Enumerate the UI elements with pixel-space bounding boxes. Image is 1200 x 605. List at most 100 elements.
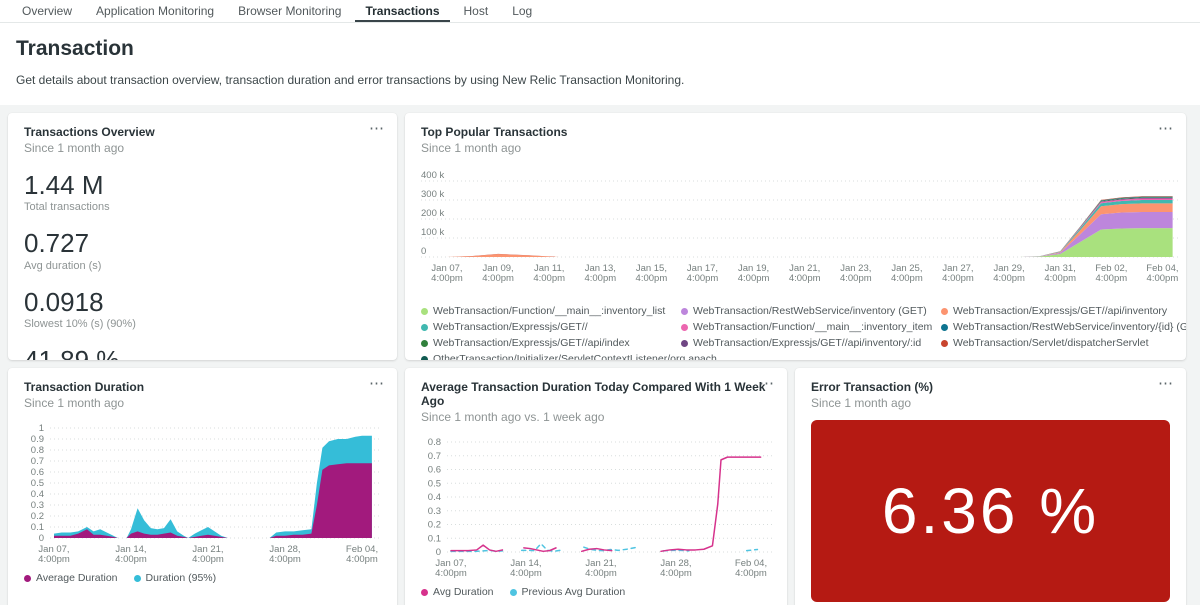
dashboard: Transactions Overview Since 1 month ago … [0,105,1200,605]
svg-text:0: 0 [39,533,44,544]
metric-value: 1.44 M [24,172,381,199]
panel-menu-icon[interactable]: ⋯ [369,376,385,391]
metric-label: Total transactions [24,201,381,213]
legend-item[interactable]: WebTransaction/RestWebService/inventory … [681,305,937,317]
svg-text:Jan 11,4:00pm: Jan 11,4:00pm [533,263,565,284]
legend-item[interactable]: Duration (95%) [134,572,217,584]
legend-label: WebTransaction/Expressjs/GET//api/index [433,337,630,349]
page-description: Get details about transaction overview, … [16,73,1184,87]
tab-overview[interactable]: Overview [12,0,82,22]
metric-success-rate: 41.89 % Success rate [24,347,381,360]
tab-log[interactable]: Log [502,0,542,22]
legend-item[interactable]: WebTransaction/Expressjs/GET//api/index [421,337,677,349]
svg-text:0.7: 0.7 [31,456,44,467]
panel-menu-icon[interactable]: ⋯ [369,121,385,136]
legend-label: WebTransaction/Expressjs/GET//api/invent… [953,305,1167,317]
svg-text:Jan 19,4:00pm: Jan 19,4:00pm [738,263,770,284]
legend-item[interactable]: Average Duration [24,572,118,584]
legend-dot-icon [681,308,688,315]
legend-label: WebTransaction/RestWebService/inventory … [693,305,927,317]
avg-duration-compare-chart[interactable]: 00.10.20.30.40.50.60.70.8Jan 07,4:00pmJa… [421,432,773,582]
svg-text:Jan 23,4:00pm: Jan 23,4:00pm [840,263,872,284]
svg-text:0.9: 0.9 [31,434,44,445]
svg-text:Jan 21,4:00pm: Jan 21,4:00pm [585,558,617,579]
panel-menu-icon[interactable]: ⋯ [1158,121,1174,136]
legend-dot-icon [681,324,688,331]
svg-text:400 k: 400 k [421,170,444,181]
panel-title: Transactions Overview [24,125,381,139]
legend-item[interactable]: WebTransaction/Function/__main__:invento… [421,305,677,317]
svg-text:0.6: 0.6 [428,465,441,476]
panel-subtitle: Since 1 month ago [811,396,1170,410]
legend-label: Duration (95%) [146,572,217,584]
svg-text:0.5: 0.5 [31,478,44,489]
svg-text:0.8: 0.8 [428,437,441,448]
svg-text:0.2: 0.2 [428,520,441,531]
panel-subtitle: Since 1 month ago [24,396,381,410]
panel-avg-duration-compare: Average Transaction Duration Today Compa… [405,368,787,605]
transaction-duration-chart[interactable]: 00.10.20.30.40.50.60.70.80.91Jan 07,4:00… [24,418,382,568]
panel-subtitle: Since 1 month ago [421,141,1170,155]
legend-dot-icon [421,356,428,361]
legend-dot-icon [421,589,428,596]
svg-text:0.4: 0.4 [428,492,441,503]
panel-transactions-overview: Transactions Overview Since 1 month ago … [8,113,397,360]
svg-text:Feb 04,4:00pm: Feb 04,4:00pm [735,558,767,579]
legend-label: WebTransaction/Servlet/dispatcherServlet [953,337,1149,349]
legend-item[interactable]: WebTransaction/RestWebService/inventory/… [941,321,1186,333]
tab-browser-monitoring[interactable]: Browser Monitoring [228,0,351,22]
tab-application-monitoring[interactable]: Application Monitoring [86,0,224,22]
svg-text:100 k: 100 k [421,227,444,238]
top-popular-transactions-chart[interactable]: 0100 k200 k300 k400 kJan 07,4:00pmJan 09… [421,161,1179,297]
svg-text:Feb 04,4:00pm: Feb 04,4:00pm [346,544,378,565]
svg-text:1: 1 [39,423,44,434]
panel-top-popular-transactions: Top Popular Transactions Since 1 month a… [405,113,1186,360]
page-title: Transaction [16,37,1184,61]
svg-text:0.1: 0.1 [428,533,441,544]
svg-text:Jan 28,4:00pm: Jan 28,4:00pm [660,558,692,579]
svg-text:Jan 14,4:00pm: Jan 14,4:00pm [510,558,542,579]
svg-text:Jan 31,4:00pm: Jan 31,4:00pm [1044,263,1076,284]
panel-menu-icon[interactable]: ⋯ [759,376,775,391]
svg-text:0.1: 0.1 [31,522,44,533]
panel-title: Top Popular Transactions [421,125,1170,139]
tab-host[interactable]: Host [454,0,499,22]
legend-label: WebTransaction/Expressjs/GET// [433,321,588,333]
legend-item[interactable]: OtherTransaction/Initializer/ServletCont… [421,353,677,360]
error-rate-value: 6.36 % [882,474,1099,548]
legend-dot-icon [941,340,948,347]
panel-transaction-duration: Transaction Duration Since 1 month ago ⋯… [8,368,397,605]
legend-item[interactable]: Avg Duration [421,586,494,598]
svg-text:Feb 02,4:00pm: Feb 02,4:00pm [1095,263,1127,284]
legend-label: Previous Avg Duration [522,586,626,598]
panel-subtitle: Since 1 month ago vs. 1 week ago [421,410,771,424]
legend-dot-icon [421,308,428,315]
tab-transactions[interactable]: Transactions [355,0,449,22]
legend-item[interactable]: Previous Avg Duration [510,586,626,598]
svg-text:300 k: 300 k [421,189,444,200]
legend-column: WebTransaction/Function/__main__:invento… [421,305,677,360]
svg-text:0: 0 [421,246,426,257]
svg-text:Feb 04,4:00pm: Feb 04,4:00pm [1146,263,1178,284]
legend-item[interactable]: WebTransaction/Expressjs/GET// [421,321,677,333]
panel-menu-icon[interactable]: ⋯ [1158,376,1174,391]
svg-text:0.8: 0.8 [31,445,44,456]
panel-error-transaction: Error Transaction (%) Since 1 month ago … [795,368,1186,605]
panel-title: Transaction Duration [24,380,381,394]
metric-total-transactions: 1.44 M Total transactions [24,172,381,213]
legend-dot-icon [941,324,948,331]
legend-dot-icon [421,340,428,347]
avg-duration-compare-legend: Avg Duration Previous Avg Duration [421,586,771,598]
transaction-duration-legend: Average Duration Duration (95%) [24,572,381,584]
svg-text:Jan 14,4:00pm: Jan 14,4:00pm [115,544,147,565]
legend-item[interactable]: WebTransaction/Expressjs/GET//api/invent… [941,305,1186,317]
metric-value: 0.0918 [24,289,381,316]
legend-dot-icon [421,324,428,331]
svg-text:200 k: 200 k [421,208,444,219]
legend-item[interactable]: WebTransaction/Expressjs/GET//api/invent… [681,337,937,349]
legend-dot-icon [681,340,688,347]
metric-value: 0.727 [24,230,381,257]
legend-label: WebTransaction/RestWebService/inventory/… [953,321,1186,333]
legend-item[interactable]: WebTransaction/Function/__main__:invento… [681,321,937,333]
legend-item[interactable]: WebTransaction/Servlet/dispatcherServlet [941,337,1186,349]
